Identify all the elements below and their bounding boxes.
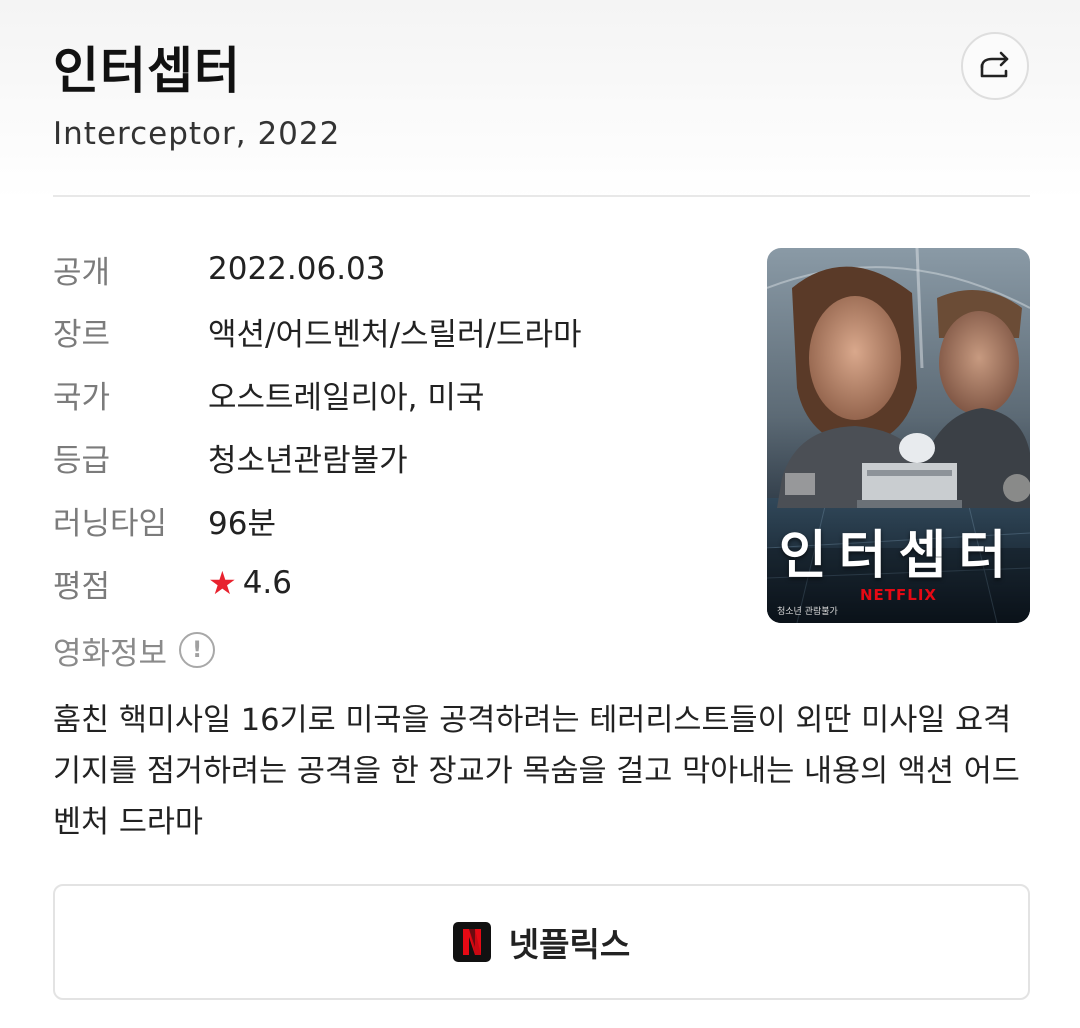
info-label: 러닝타임 xyxy=(53,505,168,542)
info-label: 평점 xyxy=(53,568,111,605)
synopsis-text: 훔친 핵미사일 16기로 미국을 공격하려는 테러리스트들이 외딴 미사일 요격… xyxy=(53,703,1020,840)
info-row-rating-grade: 등급 청소년관람불가 xyxy=(53,431,408,483)
star-icon: ★ xyxy=(208,564,237,602)
info-row-runtime: 러닝타임 96분 xyxy=(53,494,276,546)
movie-poster[interactable]: 인터셉터 NETFLIX 청소년 관람불가 xyxy=(767,248,1030,623)
info-label: 장르 xyxy=(53,316,111,353)
share-button[interactable] xyxy=(961,32,1029,100)
poster-title: 인터셉터 xyxy=(778,526,1019,586)
info-label: 등급 xyxy=(53,442,111,479)
poster-rating-text: 청소년 관람불가 xyxy=(777,607,838,617)
movie-info-toggle[interactable]: 영화정보 ! xyxy=(53,626,216,674)
movie-detail-page: 인터셉터 Interceptor, 2022 공개 2022.06.03 장르 … xyxy=(0,0,1080,1028)
info-value: 청소년관람불가 xyxy=(208,442,408,479)
info-value: 96분 xyxy=(208,505,276,542)
info-row-genre: 장르 액션/어드벤처/스릴러/드라마 xyxy=(53,305,582,357)
netflix-logo-icon xyxy=(452,922,491,962)
info-row-score: 평점 ★ 4.6 xyxy=(53,557,292,609)
info-row-release: 공개 2022.06.03 xyxy=(53,243,386,295)
netflix-button-label: 넷플릭스 xyxy=(508,925,631,964)
movie-info-label: 영화정보 xyxy=(53,635,168,672)
info-label: 공개 xyxy=(53,254,111,291)
movie-title: 인터셉터 xyxy=(53,42,241,100)
info-value: 오스트레일리아, 미국 xyxy=(208,379,485,416)
info-value: 4.6 xyxy=(242,565,292,601)
info-row-country: 국가 오스트레일리아, 미국 xyxy=(53,368,484,420)
header-divider xyxy=(53,195,1030,197)
share-icon xyxy=(980,51,1009,78)
poster-netflix-logo: NETFLIX xyxy=(860,586,937,604)
info-label: 국가 xyxy=(53,379,111,416)
info-icon[interactable]: ! xyxy=(179,632,216,668)
info-value: 액션/어드벤처/스릴러/드라마 xyxy=(208,316,582,353)
info-value: 2022.06.03 xyxy=(208,251,386,287)
watch-on-netflix-button[interactable]: 넷플릭스 xyxy=(53,884,1030,1000)
movie-subtitle: Interceptor, 2022 xyxy=(53,116,341,152)
